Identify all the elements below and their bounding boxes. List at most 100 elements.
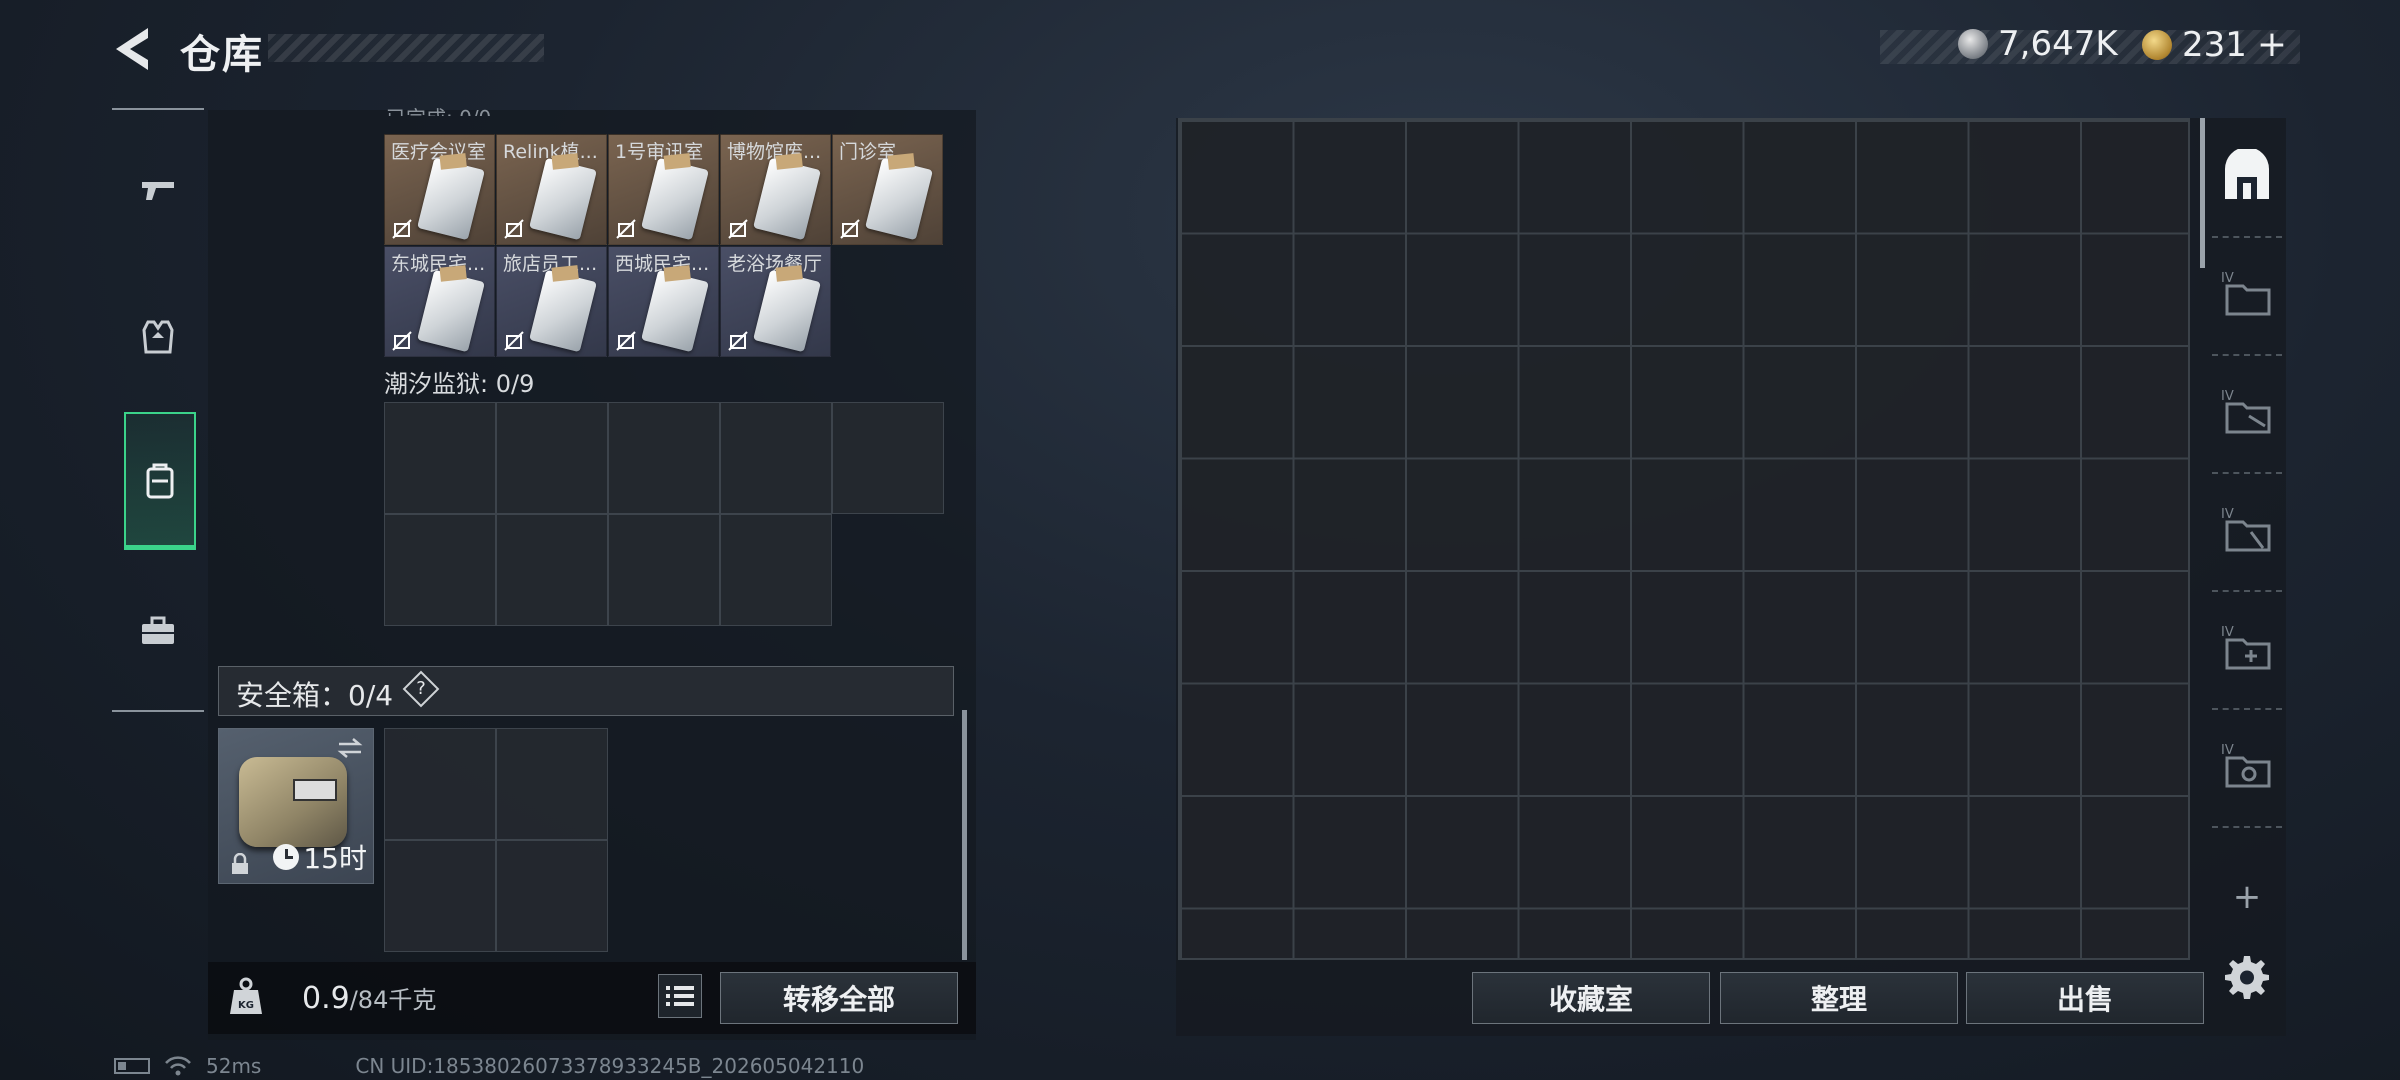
keycard-item[interactable]: 旅店员工... [496, 246, 607, 357]
stash-tab-iv-3[interactable]: IV [2212, 494, 2282, 564]
empty-slot[interactable] [832, 402, 944, 514]
prison-section-label: 潮汐监狱: 0/9 [384, 370, 535, 398]
empty-slot[interactable] [496, 402, 608, 514]
cut-section-label: 已完成: 0/0 [386, 102, 491, 116]
keycard-image [753, 157, 821, 241]
empty-slot[interactable] [384, 402, 496, 514]
back-button[interactable] [108, 22, 154, 76]
svg-text:IV: IV [2221, 743, 2234, 758]
keycard-item[interactable]: Relink植... [496, 134, 607, 245]
no-trade-icon [616, 219, 636, 239]
prison-slot-grid [384, 402, 950, 630]
stash-scrollbar[interactable] [2200, 118, 2205, 268]
list-icon [666, 986, 694, 1006]
vest-icon [142, 320, 174, 354]
nav-armor[interactable] [124, 292, 192, 380]
gold-coin-icon [2142, 29, 2172, 60]
empty-slot[interactable] [720, 514, 832, 626]
stash-tab-iv-2[interactable]: IV [2212, 376, 2282, 446]
ping-readout: 52ms [206, 1054, 262, 1078]
no-trade-icon [392, 331, 412, 351]
pistol-icon [142, 182, 174, 200]
empty-slot[interactable] [608, 402, 720, 514]
keycard-image [529, 157, 597, 241]
keycard-item[interactable]: 门诊室 [832, 134, 943, 245]
no-trade-icon [616, 331, 636, 351]
wifi-icon [165, 1056, 191, 1076]
nav-divider [112, 108, 204, 110]
empty-slot[interactable] [608, 514, 720, 626]
toolbox-icon [142, 616, 174, 644]
swap-icon[interactable] [335, 737, 365, 759]
keycard-image [753, 269, 821, 353]
gold-amount: 231 [2182, 24, 2247, 65]
keycard-image [529, 269, 597, 353]
nav-toolbox[interactable] [124, 586, 192, 674]
no-trade-icon [504, 219, 524, 239]
empty-slot[interactable] [496, 728, 608, 840]
empty-slot[interactable] [496, 514, 608, 626]
title-decoration [268, 34, 544, 62]
safe-slot-grid [384, 728, 610, 954]
safe-box-label: 安全箱：0/4 [236, 679, 394, 712]
keycard-item[interactable]: 博物馆废... [720, 134, 831, 245]
empty-slot[interactable] [384, 728, 496, 840]
svg-text:KG: KG [238, 1000, 254, 1011]
keycard-item[interactable]: 医疗会议室 [384, 134, 495, 245]
stash-tab-iv-1[interactable]: IV [2212, 258, 2282, 328]
no-trade-icon [840, 219, 860, 239]
add-gold-button[interactable]: + [2257, 24, 2287, 65]
weight-icon: KG [230, 977, 262, 1014]
weight-current: 0.9 [302, 981, 350, 1016]
gold-currency[interactable]: 231 + [2142, 24, 2287, 65]
collection-room-button[interactable]: 收藏室 [1472, 972, 1710, 1024]
no-trade-icon [728, 331, 748, 351]
sell-button[interactable]: 出售 [1966, 972, 2204, 1024]
settings-button[interactable] [2212, 942, 2282, 1012]
nav-weapons[interactable] [124, 146, 192, 234]
empty-slot[interactable] [720, 402, 832, 514]
lock-icon [232, 853, 248, 874]
keycard-grid: 医疗会议室 Relink植... 1号审讯室 博物馆废... 门诊室 东城民宅.… [384, 134, 950, 360]
empty-slot[interactable] [384, 514, 496, 626]
stash-tab-iv-5[interactable]: IV [2212, 730, 2282, 800]
stash-grid[interactable] [1178, 118, 2190, 960]
nav-backpack[interactable] [124, 412, 196, 550]
empty-slot[interactable] [384, 840, 496, 952]
add-stash-tab-button[interactable]: + [2212, 862, 2282, 932]
silver-currency: 7,647K [1958, 24, 2118, 64]
no-trade-icon [392, 219, 412, 239]
stash-folder-icon: IV [2221, 271, 2271, 316]
no-trade-icon [728, 219, 748, 239]
keycard-item[interactable]: 1号审讯室 [608, 134, 719, 245]
keycard-image [641, 157, 709, 241]
sort-button[interactable]: 整理 [1720, 972, 1958, 1024]
stash-tool-case-icon: IV [2221, 507, 2271, 552]
uid-readout: CN UID:18538026073378933245B_20260504211… [355, 1054, 865, 1078]
safe-box-timer: 15时 [273, 837, 367, 877]
clock-icon [273, 844, 300, 870]
keycard-item[interactable]: 东城民宅... [384, 246, 495, 357]
safe-box-image [239, 757, 347, 847]
keycard-image [417, 269, 485, 353]
backpack-icon [146, 463, 174, 499]
stash-tab-main[interactable] [2212, 142, 2282, 212]
battery-icon [114, 1058, 150, 1074]
gear-icon [2225, 956, 2269, 999]
empty-slot[interactable] [496, 840, 608, 952]
silver-amount: 7,647K [1998, 24, 2118, 64]
page-title: 仓库 [180, 32, 264, 78]
keycard-item[interactable]: 西城民宅... [608, 246, 719, 357]
backpack-scrollbar[interactable] [962, 710, 967, 960]
keycard-item[interactable]: 老浴场餐厅 [720, 246, 831, 357]
stash-tab-iv-4[interactable]: IV [2212, 612, 2282, 682]
nav-divider-bottom [112, 710, 204, 712]
back-arrow-icon [116, 28, 148, 70]
svg-text:IV: IV [2221, 389, 2234, 404]
list-view-button[interactable] [658, 974, 702, 1018]
safe-box-item[interactable]: 15时 [218, 728, 374, 884]
transfer-all-button[interactable]: 转移全部 [720, 972, 958, 1024]
svg-text:IV: IV [2221, 271, 2234, 286]
stash-weapon-case-icon: IV [2221, 389, 2271, 434]
weight-max: /84千克 [349, 986, 437, 1014]
